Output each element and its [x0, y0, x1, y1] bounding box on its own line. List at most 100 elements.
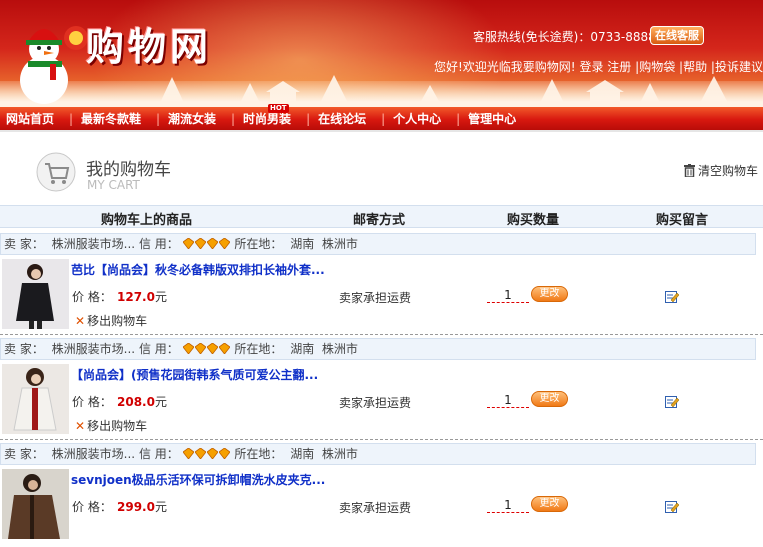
- diamond-icon: [206, 238, 218, 249]
- shipping-method: 卖家承担运费: [339, 396, 412, 410]
- seller-label: 卖 家：: [4, 237, 44, 251]
- diamond-icon: [206, 448, 218, 459]
- remove-from-cart-button[interactable]: ✕ 移出购物车: [75, 417, 147, 434]
- shopping-cart-icon: [36, 152, 76, 192]
- nav-item-forum[interactable]: 在线论坛: [306, 107, 375, 132]
- price-label: 价 格：: [72, 395, 112, 409]
- product-name-link[interactable]: sevnjoen极品乐活环保可拆卸帽洗水皮夹克...: [71, 471, 325, 488]
- quantity-input[interactable]: [487, 287, 529, 303]
- service-hotline: 客服热线(免长途费)：0733-8888888: [473, 30, 679, 44]
- diamond-icon: [194, 238, 206, 249]
- product-name-link[interactable]: 芭比【尚品会】秋冬必备韩版双排扣长袖外套...: [71, 261, 325, 278]
- credit-label: 信 用：: [138, 447, 179, 461]
- price-amount: 208.0: [117, 395, 155, 409]
- price-value: 208.0元: [117, 393, 167, 410]
- cart-item: 卖 家： 株洲服装市场... 信 用： 所在地： 湖南 株洲市 sevnjoen…: [0, 443, 763, 547]
- seller-bar: 卖 家： 株洲服装市场... 信 用： 所在地： 湖南 株洲市: [0, 233, 756, 255]
- credit-rating: [182, 447, 235, 461]
- shipping-method: 卖家承担运费: [339, 291, 412, 305]
- cart-table-header: 购物车上的商品 邮寄方式 购买数量 购买留言: [0, 205, 763, 228]
- location-label: 所在地：: [234, 342, 283, 356]
- location-label: 所在地：: [234, 447, 283, 461]
- clear-cart-label: 清空购物车: [698, 164, 759, 178]
- login-link[interactable]: 登录: [579, 60, 603, 74]
- product-name-link[interactable]: 【尚品会】(预售花园街韩系气质可爱公主翻...: [71, 366, 318, 383]
- diamond-icon: [218, 238, 230, 249]
- seller-label: 卖 家：: [4, 447, 44, 461]
- row-divider: [0, 439, 763, 440]
- shopping-bag-link[interactable]: 购物袋: [639, 60, 675, 74]
- credit-label: 信 用：: [138, 237, 179, 251]
- diamond-icon: [182, 238, 194, 249]
- edit-message-icon[interactable]: [665, 290, 679, 303]
- close-icon: ✕: [75, 419, 86, 433]
- diamond-icon: [206, 343, 218, 354]
- quantity-input[interactable]: [487, 497, 529, 513]
- price-currency: 元: [154, 500, 167, 514]
- remove-from-cart-button[interactable]: ✕ 移出购物车: [75, 312, 147, 329]
- price-label: 价 格：: [72, 500, 112, 514]
- shipping-method: 卖家承担运费: [339, 501, 412, 515]
- diamond-icon: [218, 448, 230, 459]
- seller-name[interactable]: 株洲服装市场...: [52, 342, 135, 356]
- price-amount: 299.0: [117, 500, 155, 514]
- product-thumbnail[interactable]: [2, 469, 69, 539]
- edit-message-icon[interactable]: [665, 395, 679, 408]
- register-link[interactable]: 注册: [607, 60, 631, 74]
- row-divider: [0, 334, 763, 335]
- column-header-product: 购物车上的商品: [101, 213, 193, 228]
- price-label: 价 格：: [72, 290, 112, 304]
- cart-item: 卖 家： 株洲服装市场... 信 用： 所在地： 湖南 株洲市 芭比【尚品会】秋…: [0, 233, 763, 337]
- trash-icon: [684, 164, 695, 178]
- page-title: 我的购物车: [86, 160, 171, 180]
- quantity-input[interactable]: [487, 392, 529, 408]
- seller-location: 湖南 株洲市: [290, 237, 358, 251]
- seller-name[interactable]: 株洲服装市场...: [52, 447, 135, 461]
- product-thumbnail[interactable]: [2, 364, 69, 434]
- site-logo[interactable]: 购物网: [86, 16, 212, 71]
- close-icon: ✕: [75, 314, 86, 328]
- main-nav: 网站首页 最新冬款鞋 潮流女装 时尚男装 在线论坛 个人中心 管理中心 HOT: [0, 104, 763, 132]
- price-currency: 元: [154, 290, 167, 304]
- page-subtitle: MY CART: [87, 178, 140, 192]
- seller-bar: 卖 家： 株洲服装市场... 信 用： 所在地： 湖南 株洲市: [0, 443, 756, 465]
- seller-location: 湖南 株洲市: [290, 447, 358, 461]
- credit-rating: [182, 342, 235, 356]
- nav-item-admin-center[interactable]: 管理中心: [456, 107, 525, 132]
- diamond-icon: [194, 448, 206, 459]
- online-service-button[interactable]: 在线客服: [650, 26, 704, 45]
- product-thumbnail[interactable]: [2, 259, 69, 329]
- update-quantity-button[interactable]: 更改: [531, 286, 568, 302]
- seller-name[interactable]: 株洲服装市场...: [52, 237, 135, 251]
- price-amount: 127.0: [117, 290, 155, 304]
- help-link[interactable]: 帮助: [683, 60, 707, 74]
- remove-label: 移出购物车: [87, 419, 148, 433]
- seller-label: 卖 家：: [4, 342, 44, 356]
- location-label: 所在地：: [234, 237, 283, 251]
- site-banner: 购物网 客服热线(免长途费)：0733-8888888 在线客服 您好!欢迎光临…: [0, 0, 763, 107]
- column-header-shipping: 邮寄方式: [353, 213, 406, 228]
- welcome-text: 您好!欢迎光临我要购物网!: [434, 60, 576, 74]
- hot-badge: HOT: [268, 104, 289, 113]
- nav-item-winter-shoes[interactable]: 最新冬款鞋: [69, 107, 150, 132]
- seller-location: 湖南 株洲市: [290, 342, 358, 356]
- credit-label: 信 用：: [138, 342, 179, 356]
- diamond-icon: [182, 448, 194, 459]
- top-links: 您好!欢迎光临我要购物网! 登录 注册 |购物袋 |帮助 |投诉建议: [434, 58, 763, 75]
- nav-item-home[interactable]: 网站首页: [0, 107, 63, 132]
- complaint-link[interactable]: 投诉建议: [715, 60, 763, 74]
- update-quantity-button[interactable]: 更改: [531, 391, 568, 407]
- diamond-icon: [194, 343, 206, 354]
- clear-cart-button[interactable]: 清空购物车: [684, 162, 758, 179]
- cart-item: 卖 家： 株洲服装市场... 信 用： 所在地： 湖南 株洲市 【尚品会】(预售…: [0, 338, 763, 442]
- nav-item-womens-fashion[interactable]: 潮流女装: [156, 107, 225, 132]
- credit-rating: [182, 237, 235, 251]
- diamond-icon: [182, 343, 194, 354]
- seller-bar: 卖 家： 株洲服装市场... 信 用： 所在地： 湖南 株洲市: [0, 338, 756, 360]
- update-quantity-button[interactable]: 更改: [531, 496, 568, 512]
- column-header-quantity: 购买数量: [507, 213, 560, 228]
- price-value: 299.0元: [117, 498, 167, 515]
- remove-label: 移出购物车: [87, 314, 148, 328]
- edit-message-icon[interactable]: [665, 500, 679, 513]
- nav-item-personal-center[interactable]: 个人中心: [381, 107, 450, 132]
